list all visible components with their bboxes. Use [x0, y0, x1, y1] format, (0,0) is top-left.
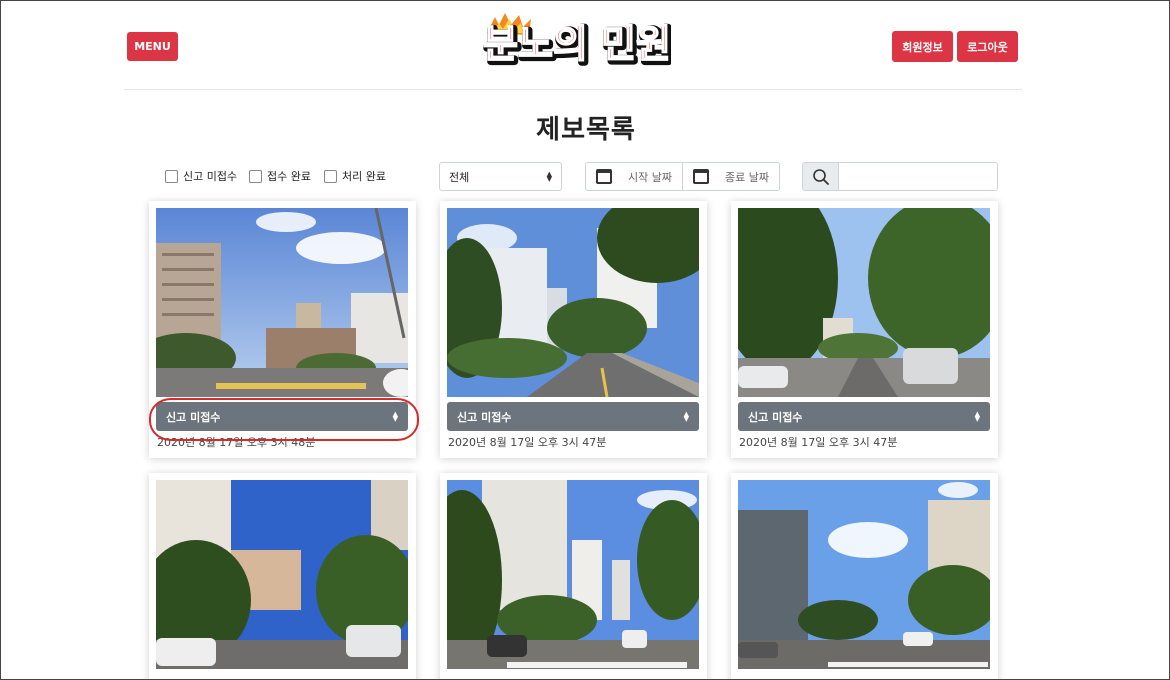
- checkbox-box[interactable]: [324, 169, 337, 183]
- checkbox-label: 접수 완료: [267, 170, 311, 183]
- report-card[interactable]: 신고 미접수 ▲ ▼ 2020년 8월 17일 오후 3시 48분: [149, 201, 416, 458]
- report-photo[interactable]: [738, 208, 990, 397]
- header-divider: [124, 89, 1022, 90]
- filter-unreceived-checkbox[interactable]: 신고 미접수: [165, 168, 237, 184]
- updown-caret-icon: ▲ ▼: [392, 409, 398, 423]
- svg-text:분노의 민원: 분노의 민원: [483, 22, 671, 66]
- report-photo[interactable]: [447, 208, 699, 397]
- start-date-input[interactable]: 시작 날짜: [585, 162, 683, 191]
- updown-caret-icon: ▲ ▼: [546, 169, 552, 183]
- checkbox-box[interactable]: [249, 169, 262, 183]
- status-select-value: 신고 미접수: [457, 410, 512, 424]
- search-input[interactable]: [838, 162, 998, 191]
- report-date: 2020년 8월 17일 오후 3시 48분: [157, 436, 316, 449]
- page-frame: MENU 분노의 민원 분노의 민원 회원정보 로그아웃 제보목록 신고 미접수…: [0, 0, 1170, 680]
- report-card[interactable]: [440, 473, 707, 679]
- logout-button[interactable]: 로그아웃: [957, 31, 1018, 62]
- page-title: 제보목록: [536, 115, 636, 145]
- report-date: 2020년 8월 17일 오후 3시 47분: [448, 436, 607, 449]
- status-select[interactable]: 신고 미접수 ▲ ▼: [156, 402, 408, 431]
- end-date-input[interactable]: 종료 날짜: [682, 162, 780, 191]
- report-photo[interactable]: [156, 480, 408, 669]
- category-select[interactable]: 전체 ▲ ▼: [439, 162, 562, 191]
- filter-received-checkbox[interactable]: 접수 완료: [249, 168, 311, 184]
- calendar-icon: [693, 169, 709, 184]
- report-photo[interactable]: [156, 208, 408, 397]
- report-card[interactable]: 신고 미접수 ▲ ▼ 2020년 8월 17일 오후 3시 47분: [440, 201, 707, 458]
- checkbox-label: 신고 미접수: [183, 170, 238, 183]
- report-date: 2020년 8월 17일 오후 3시 47분: [739, 436, 898, 449]
- report-card[interactable]: [731, 473, 998, 679]
- report-photo[interactable]: [738, 480, 990, 669]
- updown-caret-icon: ▲ ▼: [974, 409, 980, 423]
- status-select[interactable]: 신고 미접수 ▲ ▼: [447, 402, 699, 431]
- report-photo[interactable]: [447, 480, 699, 669]
- calendar-icon: [596, 169, 612, 184]
- checkbox-box[interactable]: [165, 169, 178, 183]
- menu-button[interactable]: MENU: [127, 32, 178, 61]
- end-date-placeholder: 종료 날짜: [725, 170, 769, 184]
- search-button[interactable]: [802, 162, 839, 191]
- member-info-button[interactable]: 회원정보: [892, 31, 953, 62]
- status-select-value: 신고 미접수: [748, 410, 803, 424]
- status-select[interactable]: 신고 미접수 ▲ ▼: [738, 402, 990, 431]
- filter-processed-checkbox[interactable]: 처리 완료: [324, 168, 386, 184]
- category-select-value: 전체: [449, 170, 470, 184]
- updown-caret-icon: ▲ ▼: [683, 409, 689, 423]
- site-logo[interactable]: 분노의 민원 분노의 민원: [479, 11, 676, 77]
- search-icon: [812, 168, 829, 185]
- status-select-value: 신고 미접수: [166, 410, 221, 424]
- report-card[interactable]: [149, 473, 416, 679]
- start-date-placeholder: 시작 날짜: [628, 170, 672, 184]
- report-card[interactable]: 신고 미접수 ▲ ▼ 2020년 8월 17일 오후 3시 47분: [731, 201, 998, 458]
- checkbox-label: 처리 완료: [342, 170, 386, 183]
